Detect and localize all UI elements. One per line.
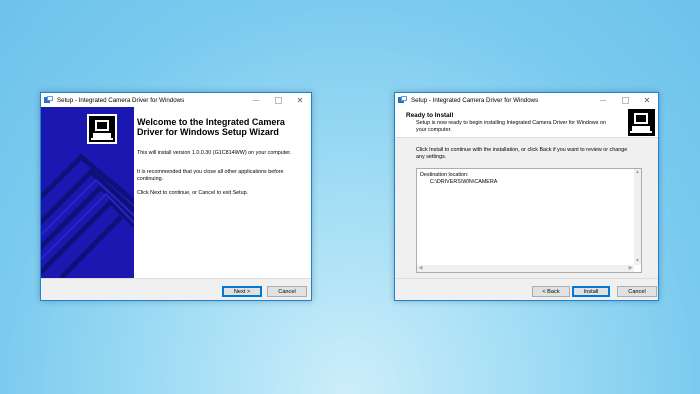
title-bar[interactable]: Setup - Integrated Camera Driver for Win… (41, 93, 311, 107)
minimize-icon[interactable] (245, 93, 267, 107)
vertical-scrollbar[interactable]: ▲ ▼ (634, 169, 641, 265)
setup-app-icon (44, 96, 53, 104)
wizard-page-body: Click Install to continue with the insta… (395, 139, 658, 278)
button-bar: Next > Cancel (41, 278, 311, 300)
window-title: Setup - Integrated Camera Driver for Win… (411, 96, 539, 104)
scroll-left-icon[interactable]: ◀ (417, 265, 424, 272)
ready-memo-box[interactable]: Destination location: C:\DRIVERS\WIN\CAM… (416, 168, 642, 273)
installer-computer-icon (87, 114, 117, 144)
setup-window-welcome: Setup - Integrated Camera Driver for Win… (40, 92, 312, 301)
welcome-recommend-text: It is recommended that you close all oth… (137, 169, 284, 182)
scroll-up-icon[interactable]: ▲ (634, 169, 641, 176)
page-title: Ready to Install (406, 112, 454, 119)
close-icon[interactable]: ✕ (289, 93, 311, 107)
wizard-page-header: Ready to Install Setup is now ready to b… (395, 107, 658, 138)
title-bar[interactable]: Setup - Integrated Camera Driver for Win… (395, 93, 658, 107)
scroll-right-icon[interactable]: ▶ (627, 265, 634, 272)
minimize-icon[interactable] (592, 93, 614, 107)
install-button[interactable]: Install (572, 286, 610, 297)
maximize-icon[interactable] (267, 93, 289, 107)
back-button[interactable]: < Back (532, 286, 570, 297)
cancel-button[interactable]: Cancel (267, 286, 307, 297)
next-button[interactable]: Next > (222, 286, 262, 297)
scroll-down-icon[interactable]: ▼ (634, 258, 641, 265)
welcome-heading: Welcome to the Integrated Camera Driver … (137, 117, 285, 137)
maximize-icon[interactable] (614, 93, 636, 107)
setup-window-ready: Setup - Integrated Camera Driver for Win… (394, 92, 659, 301)
install-instruction-text: Click Install to continue with the insta… (416, 147, 628, 160)
installer-computer-icon (627, 108, 656, 137)
page-subtitle: Setup is now ready to begin installing I… (416, 120, 606, 133)
destination-path: C:\DRIVERS\WIN\CAMERA (430, 179, 498, 185)
setup-app-icon (398, 96, 407, 104)
welcome-content: Welcome to the Integrated Camera Driver … (134, 107, 311, 278)
cancel-button[interactable]: Cancel (617, 286, 657, 297)
destination-label: Destination location: (420, 172, 469, 178)
welcome-version-text: This will install version 1.0.0.30 (G1C8… (137, 150, 292, 156)
close-icon[interactable]: ✕ (636, 93, 658, 107)
welcome-instruction-text: Click Next to continue, or Cancel to exi… (137, 190, 249, 196)
window-title: Setup - Integrated Camera Driver for Win… (57, 96, 185, 104)
button-bar: < Back Install Cancel (395, 278, 658, 300)
wizard-banner-image (41, 107, 134, 278)
horizontal-scrollbar[interactable]: ◀ ▶ (417, 265, 634, 272)
